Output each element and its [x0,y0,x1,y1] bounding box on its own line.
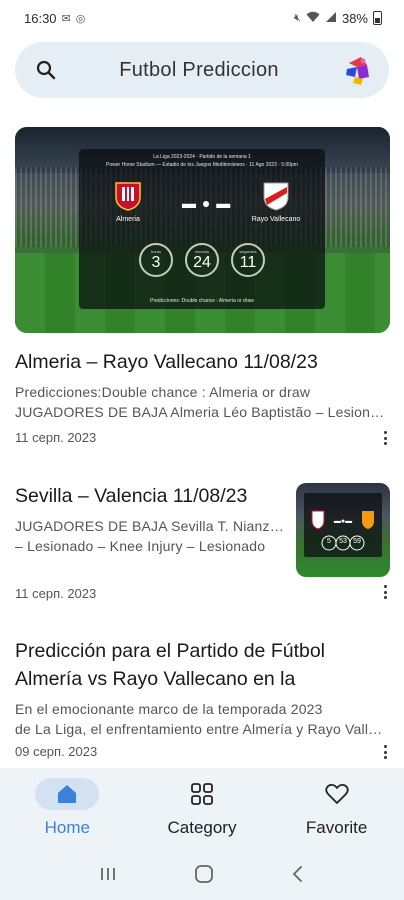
countdown-minutes: minutos 24 [185,243,219,277]
article-excerpt: de La Liga, el enfrentamiento entre Alme… [15,721,389,737]
clock: 16:30 [24,10,57,26]
system-navigation-bar [0,853,404,900]
article-date: 09 серп. 2023 [15,744,98,759]
nav-home-label[interactable]: Home [45,818,90,838]
bottom-navigation: Home Category Favorite [0,768,404,853]
article-title[interactable]: Sevilla – Valencia 11/08/23 [15,482,285,510]
wifi-icon [306,11,320,26]
recent-apps-icon[interactable] [99,866,117,887]
article-date: 11 серп. 2023 [15,586,97,601]
article-excerpt: JUGADORES DE BAJA Sevilla T. Nianzou [15,518,285,534]
app-logo-icon[interactable] [341,53,375,87]
back-icon[interactable] [291,865,305,888]
match-league: La Liga 2023-2024 · Partido de la semana… [153,154,251,160]
thumbnail-match-card: ▬●▬ 5 53 59 [304,493,382,557]
more-options-icon[interactable] [375,428,395,448]
article-excerpt: Predicciones:Double chance : Almeria or … [15,384,311,400]
countdown-seconds: segundos 11 [231,243,265,277]
article-excerpt: JUGADORES DE BAJA Almeria Léo Baptistão … [15,404,389,420]
gmail-notification-icon: ✉ [61,12,71,25]
home-icon[interactable] [35,778,100,810]
article-excerpt: En el emocionante marco de la temporada … [15,701,323,717]
battery-icon [373,11,382,25]
featured-article-image[interactable]: La Liga 2023-2024 · Partido de la semana… [15,127,390,333]
nav-home[interactable]: Home [7,778,127,853]
nav-category[interactable]: Category [142,778,262,853]
app-title: Futbol Prediccion [119,58,279,81]
status-bar: 16:30 ✉ ◎ 🔇︎ 38% [0,0,404,36]
match-card-overlay: La Liga 2023-2024 · Partido de la semana… [79,149,325,309]
article-title[interactable]: Almeria – Rayo Vallecano 11/08/23 [15,348,389,376]
search-icon[interactable] [35,59,57,81]
countdown-hours: horas 3 [139,243,173,277]
home-team: Almeria [93,179,163,223]
nav-category-label[interactable]: Category [167,818,236,838]
rayo-vallecano-crest-icon [262,179,290,211]
nav-favorite[interactable]: Favorite [277,778,397,853]
grid-icon[interactable] [170,778,234,810]
article-card[interactable]: Almeria – Rayo Vallecano 11/08/23 Predic… [15,348,389,445]
home-team-name: Almeria [116,216,140,223]
article-title[interactable]: Almería vs Rayo Vallecano en la [15,665,389,693]
prediction-text: Predicciones: Double chance : Almeria or… [150,298,254,304]
article-card[interactable]: Sevilla – Valencia 11/08/23 JUGADORES DE… [15,482,285,601]
signal-icon [325,11,337,26]
almeria-crest-icon [114,179,142,211]
article-card[interactable]: Predicción para el Partido de Fútbol Alm… [15,637,389,759]
article-thumbnail[interactable]: ▬●▬ 5 53 59 [296,483,390,577]
versus-mark: ▬ ● ▬ [182,195,232,211]
article-date: 11 серп. 2023 [15,430,97,445]
home-button-icon[interactable] [194,864,214,889]
article-title[interactable]: Predicción para el Partido de Fútbol [15,637,389,665]
heart-icon[interactable] [305,778,369,810]
away-team: Rayo Vallecano [241,179,311,223]
mute-icon: 🔇︎ [294,11,301,24]
svg-text:▬●▬: ▬●▬ [334,518,352,525]
countdown: horas 3 minutos 24 segundos 11 [79,243,325,277]
more-options-icon[interactable] [375,742,395,762]
match-venue: Power Horse Stadium — Estadio de los Jue… [106,162,298,168]
article-excerpt: – Lesionado – Knee Injury – Lesionado [15,538,266,554]
more-options-icon[interactable] [375,582,395,602]
sync-notification-icon: ◎ [75,12,86,25]
search-bar[interactable]: Futbol Prediccion [15,42,389,98]
away-team-name: Rayo Vallecano [251,216,301,223]
battery-percent: 38% [341,10,368,26]
nav-favorite-label[interactable]: Favorite [306,818,367,838]
thumb-seconds: 59 [353,538,361,545]
